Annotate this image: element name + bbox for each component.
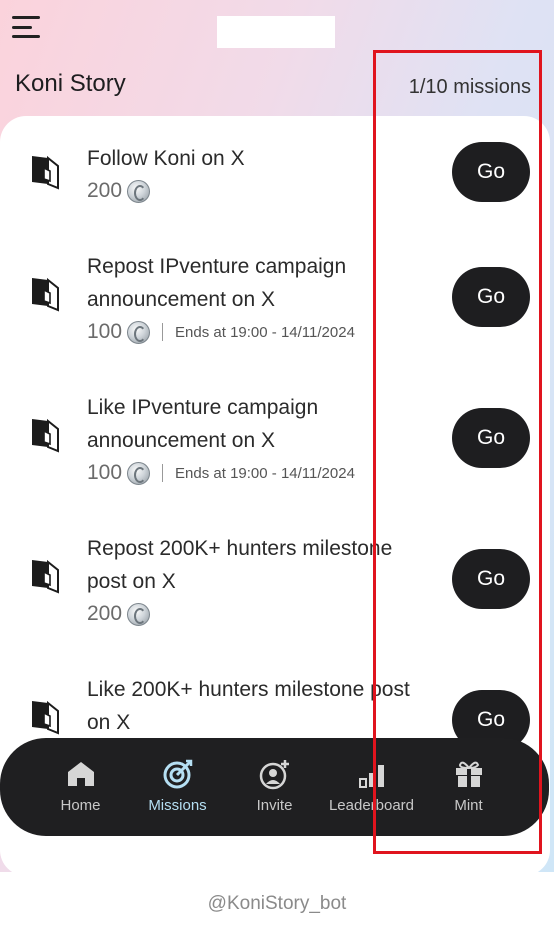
menu-icon[interactable] bbox=[12, 14, 42, 40]
mission-body: Repost 200K+ hunters milestone post on X… bbox=[87, 532, 442, 629]
go-button[interactable]: Go bbox=[452, 142, 530, 202]
nav-label: Invite bbox=[256, 796, 293, 814]
mission-points: 200 bbox=[87, 179, 123, 202]
mission-meta: 100 Ends at 19:00 - 14/11/2024 bbox=[87, 458, 442, 488]
nav-mint[interactable]: Mint bbox=[420, 738, 517, 836]
logo-placeholder bbox=[217, 16, 335, 48]
mission-title-line2: on X bbox=[87, 711, 131, 734]
mission-item: Repost IPventure campaign announcement o… bbox=[0, 250, 550, 360]
coin-icon bbox=[127, 461, 151, 485]
nav-home[interactable]: Home bbox=[32, 738, 129, 836]
mission-title-line2: announcement on X bbox=[87, 429, 275, 452]
go-button[interactable]: Go bbox=[452, 267, 530, 327]
coin-icon bbox=[127, 179, 151, 203]
mission-points: 200 bbox=[87, 602, 123, 625]
bottom-nav: Home Missions Invite Leaderboard Mint bbox=[0, 738, 549, 836]
mission-title-line1: Like 200K+ hunters milestone post bbox=[87, 678, 410, 701]
x-task-icon bbox=[32, 559, 59, 594]
mission-title-line2: post on X bbox=[87, 570, 176, 593]
bar-chart-icon bbox=[358, 764, 384, 788]
mission-body: Like 200K+ hunters milestone post on X bbox=[87, 673, 442, 739]
x-task-icon bbox=[32, 277, 59, 312]
home-icon bbox=[67, 761, 94, 786]
mission-title: Follow Koni on X bbox=[87, 147, 245, 170]
mission-title-line1: Like IPventure campaign bbox=[87, 396, 319, 419]
mission-title-line1: Repost 200K+ hunters milestone bbox=[87, 537, 393, 560]
go-button[interactable]: Go bbox=[452, 408, 530, 468]
go-button[interactable]: Go bbox=[452, 549, 530, 609]
mission-body: Like IPventure campaign announcement on … bbox=[87, 391, 442, 488]
nav-missions[interactable]: Missions bbox=[129, 738, 226, 836]
mission-body: Follow Koni on X 200 bbox=[87, 142, 442, 206]
x-task-icon bbox=[32, 700, 59, 735]
nav-label: Mint bbox=[454, 796, 483, 814]
mission-meta: 200 bbox=[87, 599, 442, 629]
mission-body: Repost IPventure campaign announcement o… bbox=[87, 250, 442, 347]
mission-meta: 100 Ends at 19:00 - 14/11/2024 bbox=[87, 317, 442, 347]
target-icon bbox=[163, 759, 192, 788]
divider bbox=[162, 323, 164, 341]
coin-icon bbox=[127, 320, 151, 344]
mission-deadline: Ends at 19:00 - 14/11/2024 bbox=[175, 464, 355, 482]
gift-icon bbox=[455, 761, 482, 787]
app-screen: Koni Story 1/10 missions Follow Koni on … bbox=[0, 0, 554, 872]
mission-points: 100 bbox=[87, 320, 123, 343]
mission-item: Repost 200K+ hunters milestone post on X… bbox=[0, 532, 550, 642]
mission-deadline: Ends at 19:00 - 14/11/2024 bbox=[175, 323, 355, 341]
mission-item: Follow Koni on X 200 Go bbox=[0, 142, 550, 252]
page-title: Koni Story bbox=[15, 70, 126, 97]
mission-item: Like IPventure campaign announcement on … bbox=[0, 391, 550, 501]
nav-invite[interactable]: Invite bbox=[226, 738, 323, 836]
nav-label: Leaderboard bbox=[328, 796, 415, 814]
nav-leaderboard[interactable]: Leaderboard bbox=[323, 738, 420, 836]
mission-title-line1: Repost IPventure campaign bbox=[87, 255, 347, 278]
mission-meta: 200 bbox=[87, 176, 442, 206]
nav-label: Missions bbox=[148, 796, 207, 814]
x-task-icon bbox=[32, 155, 59, 190]
coin-icon bbox=[127, 602, 151, 626]
add-user-icon bbox=[259, 759, 289, 789]
x-task-icon bbox=[32, 418, 59, 453]
nav-label: Home bbox=[60, 796, 101, 814]
mission-progress: 1/10 missions bbox=[408, 76, 531, 98]
bot-handle: @KoniStory_bot bbox=[0, 872, 554, 935]
mission-title-line2: announcement on X bbox=[87, 288, 275, 311]
mission-points: 100 bbox=[87, 461, 123, 484]
divider bbox=[162, 464, 164, 482]
